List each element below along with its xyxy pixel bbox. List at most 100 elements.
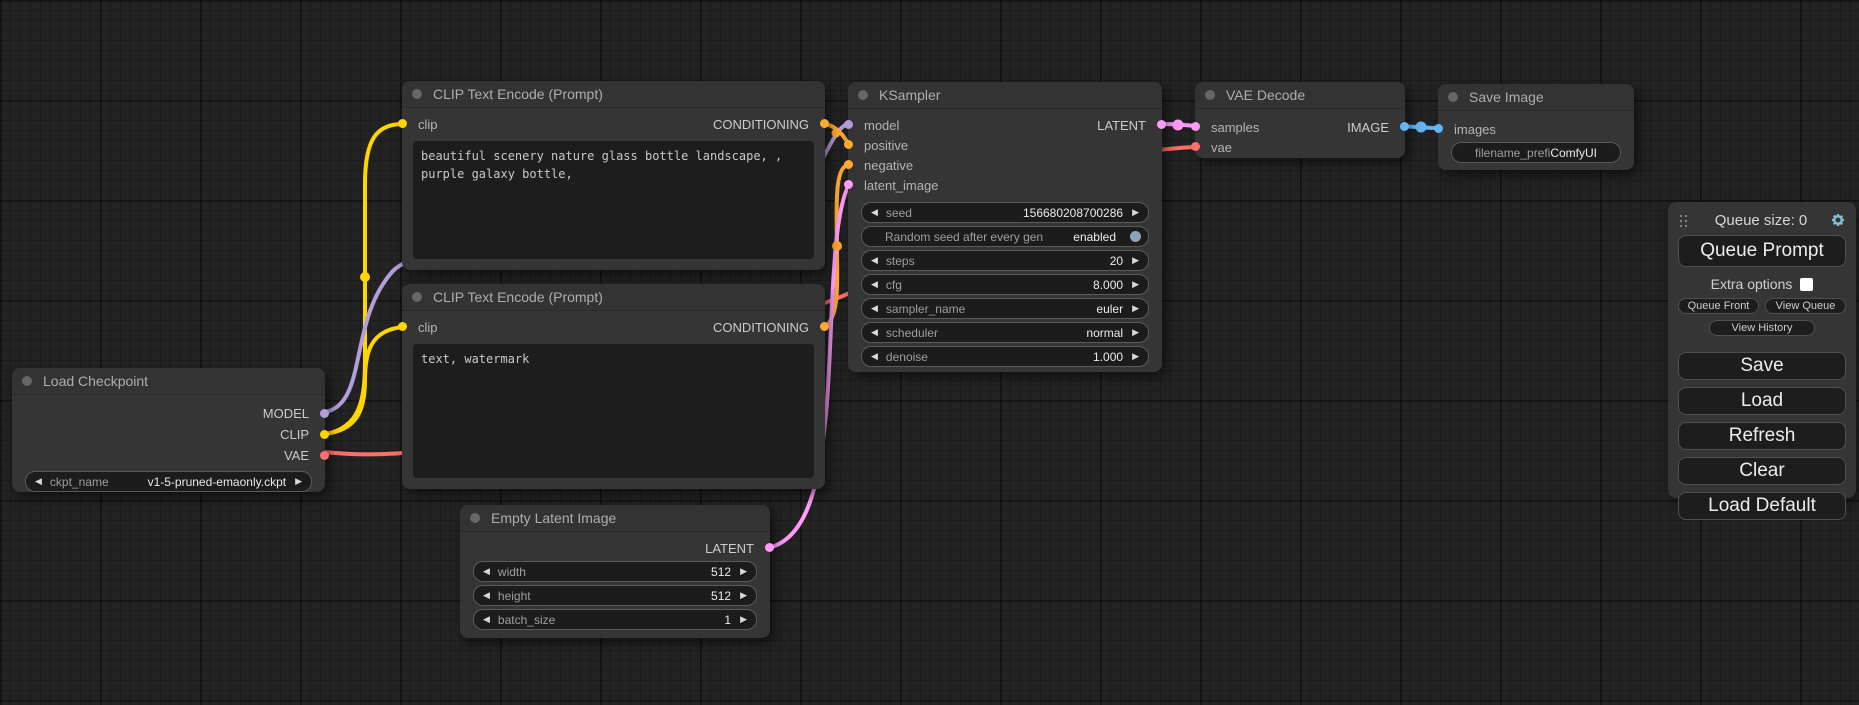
input-port-negative[interactable] <box>844 160 853 169</box>
collapse-dot[interactable] <box>1448 92 1458 102</box>
node-title: Save Image <box>1469 89 1544 105</box>
collapse-dot[interactable] <box>1205 90 1215 100</box>
prompt-textarea[interactable]: beautiful scenery nature glass bottle la… <box>413 141 814 259</box>
node-title-bar[interactable]: Load Checkpoint <box>12 368 325 395</box>
stepper-left-icon[interactable]: ◀ <box>871 208 878 217</box>
node-empty-latent-image[interactable]: Empty Latent Image LATENT ◀ width 512 ▶ … <box>460 505 770 638</box>
node-title-bar[interactable]: Empty Latent Image <box>460 505 770 532</box>
widget-filename-prefix[interactable]: filename_prefix ComfyUI <box>1451 142 1621 163</box>
node-title: KSampler <box>879 87 940 103</box>
link-dot <box>1173 120 1184 131</box>
stepper-right-icon[interactable]: ▶ <box>740 615 747 624</box>
collapse-dot[interactable] <box>412 292 422 302</box>
output-port-vae[interactable] <box>320 451 329 460</box>
collapse-dot[interactable] <box>22 376 32 386</box>
widget-height[interactable]: ◀ height 512 ▶ <box>473 585 757 606</box>
node-title: Load Checkpoint <box>43 373 148 389</box>
save-button[interactable]: Save <box>1678 352 1846 380</box>
stepper-left-icon[interactable]: ◀ <box>871 304 878 313</box>
queue-prompt-button[interactable]: Queue Prompt <box>1678 235 1846 267</box>
view-history-button[interactable]: View History <box>1709 320 1815 336</box>
node-title-bar[interactable]: Save Image <box>1438 84 1634 111</box>
input-port-clip[interactable] <box>398 119 407 128</box>
prompt-textarea[interactable]: text, watermark <box>413 344 814 478</box>
stepper-right-icon[interactable]: ▶ <box>1132 280 1139 289</box>
stepper-right-icon[interactable]: ▶ <box>1132 352 1139 361</box>
load-default-button[interactable]: Load Default <box>1678 492 1846 520</box>
stepper-right-icon[interactable]: ▶ <box>1132 304 1139 313</box>
output-label-image: IMAGE <box>1347 120 1389 135</box>
output-label-conditioning: CONDITIONING <box>713 117 809 132</box>
clear-button[interactable]: Clear <box>1678 457 1846 485</box>
stepper-right-icon[interactable]: ▶ <box>1132 256 1139 265</box>
output-port-model[interactable] <box>320 409 329 418</box>
view-queue-button[interactable]: View Queue <box>1765 298 1846 314</box>
stepper-left-icon[interactable]: ◀ <box>871 352 878 361</box>
graph-canvas[interactable]: Load Checkpoint MODEL CLIP VAE ◀ ckpt_na… <box>0 0 1859 705</box>
widget-width[interactable]: ◀ width 512 ▶ <box>473 561 757 582</box>
stepper-right-icon[interactable]: ▶ <box>1132 208 1139 217</box>
collapse-dot[interactable] <box>412 89 422 99</box>
node-clip-text-encode-negative[interactable]: CLIP Text Encode (Prompt) clip CONDITION… <box>402 284 825 489</box>
node-save-image[interactable]: Save Image images filename_prefix ComfyU… <box>1438 84 1634 170</box>
link-dot <box>1416 122 1427 133</box>
node-title-bar[interactable]: VAE Decode <box>1195 82 1405 109</box>
extra-options-checkbox[interactable] <box>1800 278 1813 291</box>
drag-handle-icon[interactable] <box>1680 215 1682 217</box>
refresh-button[interactable]: Refresh <box>1678 422 1846 450</box>
widget-batch-size[interactable]: ◀ batch_size 1 ▶ <box>473 609 757 630</box>
widget-denoise[interactable]: ◀ denoise 1.000 ▶ <box>861 346 1149 367</box>
output-port-image[interactable] <box>1400 122 1409 131</box>
node-vae-decode[interactable]: VAE Decode samples IMAGE vae <box>1195 82 1405 158</box>
queue-front-button[interactable]: Queue Front <box>1678 298 1759 314</box>
input-label-clip: clip <box>418 117 438 132</box>
queue-size-label: Queue size: 0 <box>1692 212 1830 229</box>
stepper-right-icon[interactable]: ▶ <box>740 591 747 600</box>
input-port-samples[interactable] <box>1191 122 1200 131</box>
widget-seed[interactable]: ◀ seed 156680208700286 ▶ <box>861 202 1149 223</box>
stepper-left-icon[interactable]: ◀ <box>483 615 490 624</box>
input-port-clip[interactable] <box>398 322 407 331</box>
widget-cfg[interactable]: ◀ cfg 8.000 ▶ <box>861 274 1149 295</box>
stepper-left-icon[interactable]: ◀ <box>871 280 878 289</box>
input-label-images: images <box>1454 122 1496 137</box>
stepper-right-icon[interactable]: ▶ <box>740 567 747 576</box>
node-load-checkpoint[interactable]: Load Checkpoint MODEL CLIP VAE ◀ ckpt_na… <box>12 368 325 492</box>
node-clip-text-encode-positive[interactable]: CLIP Text Encode (Prompt) clip CONDITION… <box>402 81 825 270</box>
input-label-model: model <box>864 118 899 133</box>
output-label-vae: VAE <box>284 448 309 463</box>
stepper-left-icon[interactable]: ◀ <box>483 567 490 576</box>
widget-ckpt-name[interactable]: ◀ ckpt_name v1-5-pruned-emaonly.ckpt ▶ <box>25 471 312 492</box>
toggle-indicator[interactable] <box>1130 231 1141 242</box>
stepper-left-icon[interactable]: ◀ <box>871 328 878 337</box>
input-port-images[interactable] <box>1434 124 1443 133</box>
input-port-positive[interactable] <box>844 140 853 149</box>
node-title-bar[interactable]: KSampler <box>848 82 1162 109</box>
node-ksampler[interactable]: KSampler model LATENT positive negative … <box>848 82 1162 372</box>
node-title-bar[interactable]: CLIP Text Encode (Prompt) <box>402 284 825 311</box>
input-port-latent-image[interactable] <box>844 180 853 189</box>
output-port-clip[interactable] <box>320 430 329 439</box>
load-button[interactable]: Load <box>1678 387 1846 415</box>
output-port-conditioning[interactable] <box>820 322 829 331</box>
input-port-model[interactable] <box>844 120 853 129</box>
widget-sampler-name[interactable]: ◀ sampler_name euler ▶ <box>861 298 1149 319</box>
output-port-conditioning[interactable] <box>820 119 829 128</box>
stepper-left-icon[interactable]: ◀ <box>35 477 42 486</box>
collapse-dot[interactable] <box>470 513 480 523</box>
widget-random-seed-toggle[interactable]: Random seed after every gen enabled <box>861 226 1149 247</box>
input-port-vae[interactable] <box>1191 142 1200 151</box>
stepper-left-icon[interactable]: ◀ <box>871 256 878 265</box>
extra-options-label: Extra options <box>1711 276 1793 292</box>
stepper-right-icon[interactable]: ▶ <box>1132 328 1139 337</box>
output-port-latent[interactable] <box>765 543 774 552</box>
node-title: VAE Decode <box>1226 87 1305 103</box>
widget-scheduler[interactable]: ◀ scheduler normal ▶ <box>861 322 1149 343</box>
collapse-dot[interactable] <box>858 90 868 100</box>
output-port-latent[interactable] <box>1157 120 1166 129</box>
node-title-bar[interactable]: CLIP Text Encode (Prompt) <box>402 81 825 108</box>
stepper-right-icon[interactable]: ▶ <box>295 477 302 486</box>
stepper-left-icon[interactable]: ◀ <box>483 591 490 600</box>
gear-icon[interactable] <box>1830 212 1846 228</box>
widget-steps[interactable]: ◀ steps 20 ▶ <box>861 250 1149 271</box>
